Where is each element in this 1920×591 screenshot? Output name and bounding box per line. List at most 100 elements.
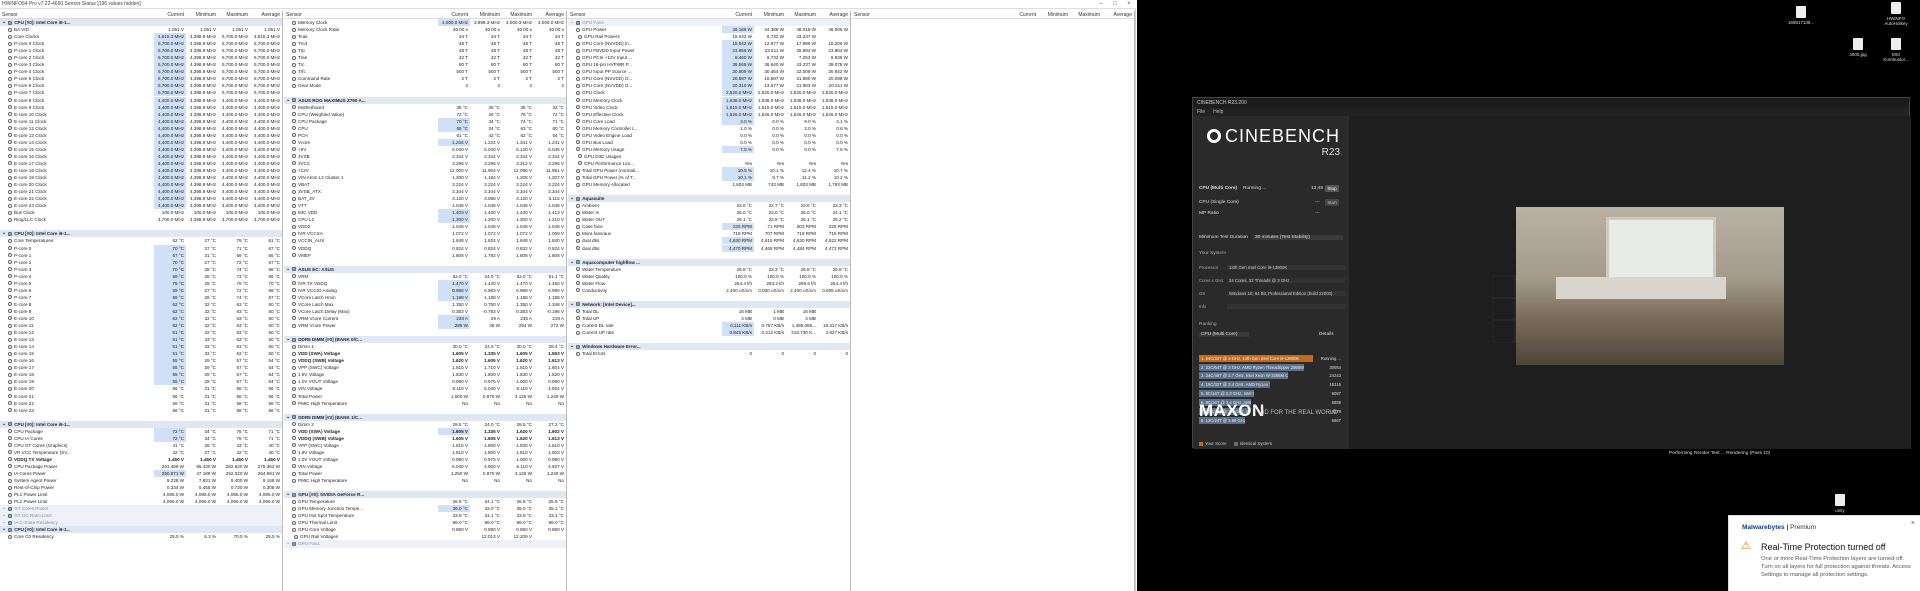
- sensor-row[interactable]: VCore Latch Max 1.350 V 0.750 V 1.350 V 1.34…: [284, 301, 566, 308]
- sensor-row[interactable]: Tras 32 T 32 T 32 T 32 T: [284, 54, 566, 61]
- sensor-row[interactable]: CPU Package 70 °C 34 °C 74 °C 71 °C: [284, 117, 566, 125]
- minimize-button[interactable]: –: [1094, 0, 1108, 9]
- sensor-row[interactable]: IMC VDD 1.403 V 1.400 V 1.430 V 1.413 V: [284, 209, 566, 217]
- sensor-row[interactable]: E-core 21 56 °C 31 °C 58 °C 56 °C: [0, 392, 282, 399]
- expand-chevron-icon[interactable]: ⌄: [2, 421, 6, 428]
- sensor-group-header[interactable]: ⌄ Network: [Intel Device]...: [568, 300, 850, 308]
- sensor-row[interactable]: VDD (SWA) Voltage 1.605 V 1.335 V 1.605 V 1.…: [284, 350, 566, 357]
- sensor-row[interactable]: Ring/LLC Clock 4,700.0 MHz 4,398.9 MHz 4,70…: [0, 216, 282, 223]
- sensor-group-header[interactable]: ⌄ CPU [#0]: Intel Core i9-1...: [0, 19, 282, 27]
- ranking-row[interactable]: 4. 16C/32T @ 3.4 GHz, AMD Ryzen Threadri…: [1199, 381, 1345, 389]
- sensor-row[interactable]: Memory Clock 4,000.0 MHz 3,999.3 MHz 4,000.…: [284, 19, 566, 27]
- sensor-row[interactable]: E-core 14 51 °C 33 °C 63 °C 50 °C: [0, 343, 282, 351]
- expand-chevron-icon[interactable]: ⌄: [570, 259, 574, 266]
- sensor-row[interactable]: E-core 19 Clock 4,400.0 MHz 4,398.9 MHz 4,4…: [0, 174, 282, 182]
- sensor-row[interactable]: BA VID 1.051 V 1.051 V 1.051 V 1.051 V: [0, 26, 282, 33]
- sensor-row[interactable]: VDDQ 0.824 V 0.824 V 0.832 V 0.824 V: [284, 245, 566, 252]
- sensor-row[interactable]: E-core 8 Clock 4,400.0 MHz 4,398.9 MHz 4,40…: [0, 96, 282, 104]
- sensor-group-header[interactable]: ⌄ Aquacomputer highflow ...: [568, 258, 850, 266]
- sensor-row[interactable]: P-core 5 75 °C 29 °C 76 °C 70 °C: [0, 279, 282, 287]
- sensor-row[interactable]: Total GPU Power (normali... 10.5 % 10.1 % 1…: [568, 167, 850, 174]
- ranking-row[interactable]: 1. 24C/32T @ 3 GHz, 13th Gen Intel Core …: [1199, 354, 1345, 362]
- sensor-row[interactable]: CPU GT Cores (Graphics) 41 °C 26 °C 43 °C 40…: [0, 442, 282, 449]
- sensor-row[interactable]: Trc 80 T 80 T 80 T 80 T: [284, 61, 566, 68]
- sensor-panel-2[interactable]: Sensor Current Minimum Maximum Average Memory…: [284, 11, 567, 591]
- desktop-file-icon[interactable]: 169817138...: [1786, 6, 1816, 25]
- sensor-row[interactable]: Total GPU Power [% of T... 10.1 % 9.7 % 11.…: [568, 174, 850, 182]
- sensor-row[interactable]: E-core 15 Clock 4,400.0 MHz 4,398.9 MHz 4,4…: [0, 145, 282, 153]
- column-header-current[interactable]: Current: [1006, 12, 1038, 18]
- menu-help[interactable]: Help: [1213, 109, 1223, 115]
- sensor-row[interactable]: P-core 7 69 °C 29 °C 74 °C 67 °C: [0, 293, 282, 301]
- expand-chevron-icon[interactable]: ⌄: [2, 526, 6, 533]
- sensor-row[interactable]: VDDQ (SWB) Voltage 1.620 V 1.605 V 1.620 V1…: [284, 357, 566, 364]
- sensor-row[interactable]: Water Temperature 26.8 °C 23.3 °C 26.8 °C 25…: [568, 266, 850, 273]
- sensor-row[interactable]: Core Clocks 4,615.3 MHz 4,398.9 MHz 5,700.0…: [0, 33, 282, 41]
- sensor-row[interactable]: Current DL rate 0.111 KB/s 0.757 KB/s 1,486…: [568, 322, 850, 330]
- sensor-row[interactable]: Core C0 Residency 25.5 % 6.3 % 70.5 % 25.5 %: [0, 533, 282, 540]
- column-header-current[interactable]: Current: [154, 12, 186, 18]
- sensor-row[interactable]: GPU FBVDD Input Power 23.856 W 23.511 W 25.…: [568, 47, 850, 55]
- sensor-row[interactable]: GPU Memory Allocated 1,803 MB 743 MB 1,803 …: [568, 181, 850, 188]
- expand-chevron-icon[interactable]: ⌄: [570, 301, 574, 308]
- sensor-row[interactable]: GPU Input PP Source ... 30.809 W 30.464 W3…: [568, 68, 850, 76]
- sensor-row[interactable]: GPU Power 46.166 W 34.388 W 48.019 W 46.005 …: [568, 26, 850, 34]
- sensor-row[interactable]: PL2 Power Limit 4,095.0 W 4,095.0 W 4,095.0…: [0, 498, 282, 505]
- sensor-row[interactable]: P-core 0 70 °C 27 °C 71 °C 67 °C: [0, 244, 282, 252]
- sensor-row[interactable]: P-core 3 70 °C 28 °C 74 °C 68 °C: [0, 265, 282, 273]
- sensor-row[interactable]: Water OUT 26.1 °C 22.8 °C 26.1 °C 25.2 °C: [568, 216, 850, 223]
- sensor-row[interactable]: Motherboard 35 °C 26 °C 35 °C 32 °C: [284, 104, 566, 111]
- column-header-maximum[interactable]: Maximum: [218, 12, 250, 18]
- sensor-row[interactable]: GPU Thermal Limit 88.0 °C 88.0 °C 88.0 °C 88…: [284, 519, 566, 526]
- column-header-maximum[interactable]: Maximum: [1070, 12, 1102, 18]
- sensor-group-header[interactable]: ⌄ GPU Fan2: [568, 19, 850, 27]
- sensor-row[interactable]: VBAT 3.224 V 3.224 V 3.224 V 3.224 V: [284, 181, 566, 188]
- sensor-row[interactable]: P-core 6 Clock 5,700.0 MHz 4,398.9 MHz 5,70…: [0, 82, 282, 90]
- sensor-row[interactable]: E-core 9 62 °C 32 °C 63 °C 60 °C: [0, 307, 282, 315]
- sensor-row[interactable]: Memory Clock Ratio 40.00 x 40.00 x 40.00 x4…: [284, 26, 566, 33]
- sensor-row[interactable]: IA Cores Power 250.871 W 47.188 W 252.020 W…: [0, 470, 282, 478]
- sensor-row[interactable]: GPU D3D Usages: [568, 153, 850, 160]
- sensor-row[interactable]: P-core 1 67 °C 31 °C 69 °C 65 °C: [0, 251, 282, 259]
- sensor-row[interactable]: E-core 22 56 °C 31 °C 58 °C 56 °C: [0, 400, 282, 407]
- sensor-row[interactable]: P-core 1 Clock 5,700.0 MHz 4,398.9 MHz 5,70…: [0, 47, 282, 55]
- menu-file[interactable]: File: [1197, 109, 1205, 115]
- sensor-row[interactable]: VRM Vcore Power 285 W 36 W 294 W 272 W: [284, 322, 566, 330]
- sensor-row[interactable]: PMIC High Temperature No No No No: [284, 400, 566, 407]
- sensor-row[interactable]: Rest-of-Chip Power 0.334 W 0.455 W 0.730 W0…: [0, 484, 282, 491]
- sensor-row[interactable]: GPU Video Engine Load 0.0 % 0.0 % 0.0 % 0.0 …: [568, 132, 850, 139]
- sensor-row[interactable]: 3VSB 3.344 V 3.344 V 3.344 V 3.344 V: [284, 153, 566, 160]
- sensor-row[interactable]: E-core 17 Clock 4,400.0 MHz 4,398.9 MHz 4,4…: [0, 159, 282, 167]
- expand-chevron-icon[interactable]: ⌄: [286, 540, 290, 547]
- expand-chevron-icon[interactable]: ⌄: [2, 505, 6, 512]
- sensor-row[interactable]: VDD (SWA) Voltage 1.605 V 1.335 V 1.620 V 1.…: [284, 427, 566, 435]
- sensor-row[interactable]: GPU Core Load 3.0 % 0.0 % 9.0 % 3.1 %: [568, 117, 850, 125]
- desktop-unity-icon[interactable]: unity: [1825, 494, 1855, 513]
- sensor-row[interactable]: dual d5s 4,630 RPM 4,615 RPM 4,630 RPM 4,622…: [568, 237, 850, 245]
- expand-chevron-icon[interactable]: ⌄: [286, 336, 290, 343]
- expand-chevron-icon[interactable]: ⌄: [2, 230, 6, 237]
- sensor-row[interactable]: VPP (SWC) Voltage 1.815 V 1.800 V 1.830 V 1.…: [284, 442, 566, 449]
- sensor-row[interactable]: GPU Memory Usage 7.5 % 0.0 % 0.0 % 7.5 %: [568, 145, 850, 153]
- close-icon[interactable]: ×: [1911, 520, 1915, 527]
- sensor-row[interactable]: E-core 13 51 °C 33 °C 63 °C 50 °C: [0, 336, 282, 344]
- sensor-row[interactable]: E-core 21 Clock 4,400.0 MHz 4,398.9 MHz 4,4…: [0, 188, 282, 196]
- ranking-row[interactable]: 3. 24C/48T @ 2.7 GHz, Intel Xeon W-3265M…: [1199, 372, 1345, 380]
- desktop-msi-icon[interactable]: MSI Kombustor...: [1881, 38, 1911, 62]
- sensor-row[interactable]: VIN Atom L2 Cluster 1 1.200 V 1.184 V 1.208…: [284, 174, 566, 181]
- sensor-row[interactable]: GPU Rail Voltages 12.013 V 12.209 V: [284, 533, 566, 540]
- expand-chevron-icon[interactable]: ⌄: [2, 19, 6, 26]
- sensor-row[interactable]: Total Power 1.250 W 0.875 W 3.125 W 1.249 W: [284, 470, 566, 477]
- sensor-row[interactable]: +12V 12.000 V 11.904 V 12.096 V 11.991 V: [284, 167, 566, 174]
- sensor-row[interactable]: 1.0V VOUT Voltage 0.990 V 0.975 V 1.000 V 0.…: [284, 378, 566, 385]
- sensor-row[interactable]: E-core 18 Clock 4,400.0 MHz 4,398.9 MHz 4,4…: [0, 167, 282, 174]
- expand-chevron-icon[interactable]: ⌄: [570, 19, 574, 26]
- sensor-row[interactable]: Core Temperatures 62 °C 27 °C 76 °C 61 °C: [0, 237, 282, 244]
- sensor-group-header[interactable]: ⌄ CPU [#0]: Intel Core i9-1...: [0, 420, 282, 428]
- sensor-row[interactable]: GPU Temperature 26.6 °C 24.1 °C 26.6 °C 25.9…: [284, 498, 566, 505]
- sensor-row[interactable]: Dimm 2 28.5 °C 24.0 °C 28.5 °C 27.2 °C: [284, 421, 566, 428]
- sensor-row[interactable]: CPU (Weighted Value) 72 °C 26 °C 76 °C 72 °C: [284, 111, 566, 118]
- start-button[interactable]: Start: [1325, 199, 1339, 206]
- column-header-current[interactable]: Current: [722, 12, 754, 18]
- sensor-row[interactable]: 1.8V Voltage 1.830 V 1.800 V 1.830 V 1.820 V: [284, 371, 566, 378]
